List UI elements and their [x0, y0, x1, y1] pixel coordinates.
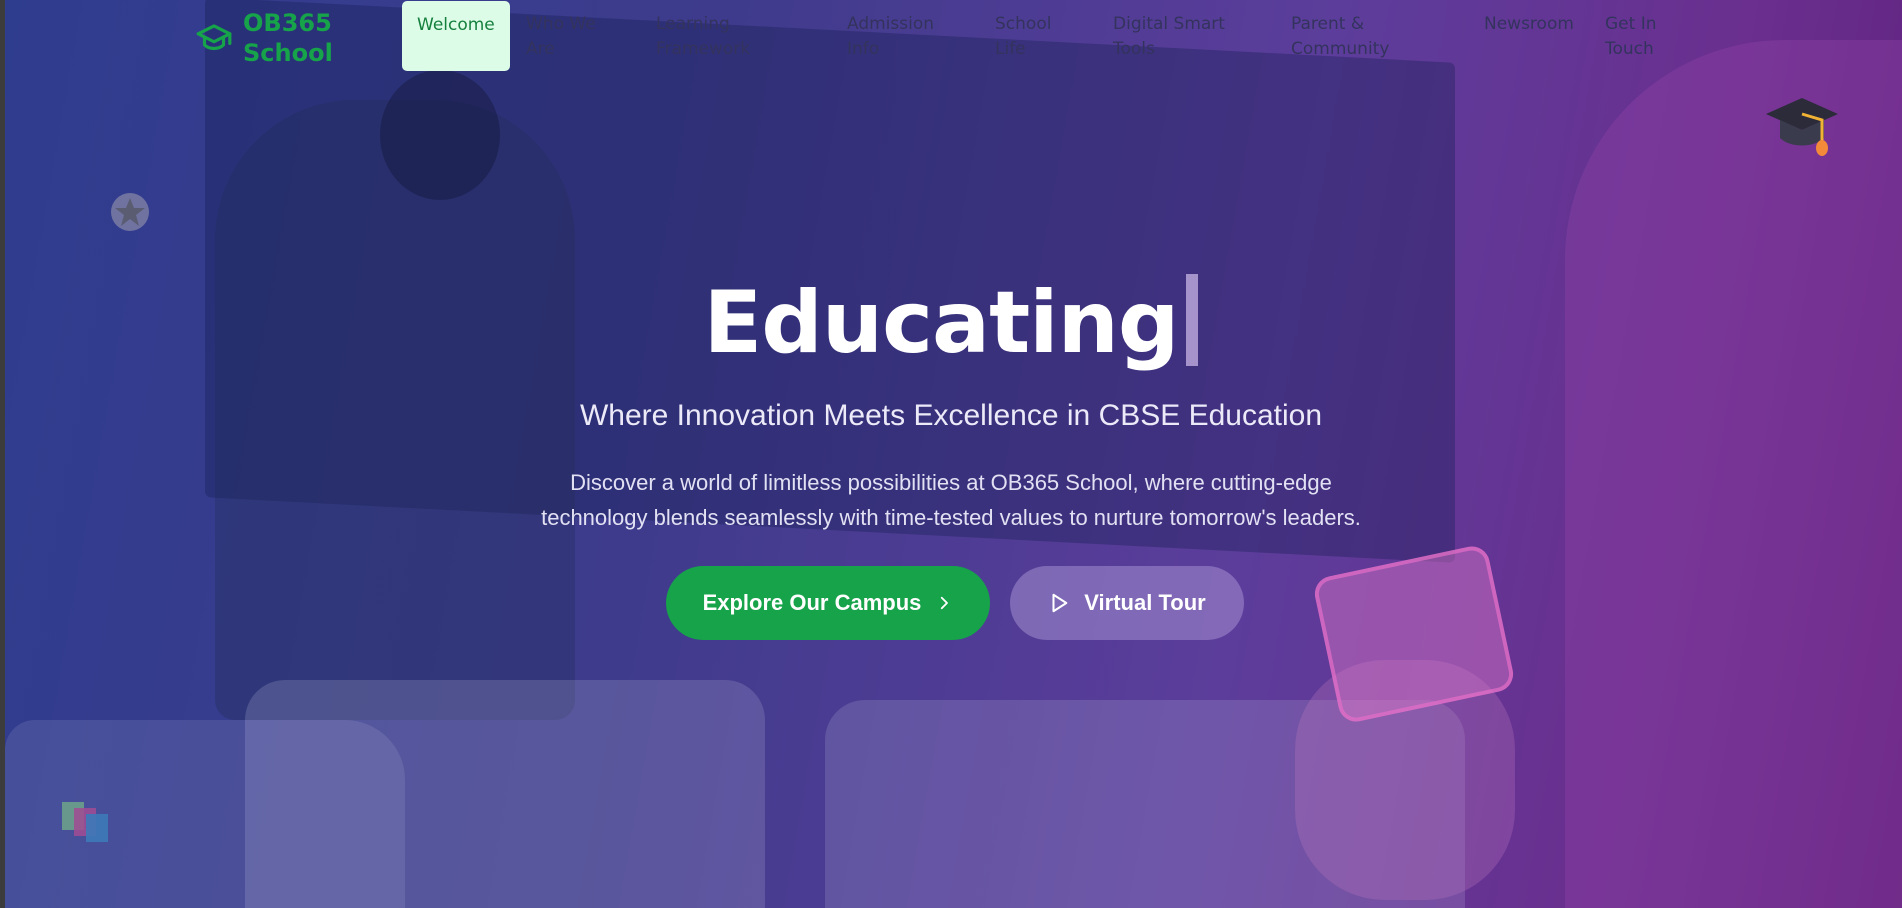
explore-campus-button[interactable]: Explore Our Campus: [666, 566, 990, 640]
nav-item-who-we-are[interactable]: Who We Are: [526, 12, 606, 62]
window-edge: [0, 0, 5, 908]
nav-item-newsroom[interactable]: Newsroom: [1484, 12, 1574, 37]
hero-description: Discover a world of limitless possibilit…: [0, 465, 1902, 535]
hero-subheadline: Where Innovation Meets Excellence in CBS…: [579, 399, 1323, 432]
brand-name: OB365 School: [243, 8, 343, 68]
hero-description-line: technology blends seamlessly with time-t…: [541, 505, 1361, 530]
hero-headline-text: Educating: [703, 273, 1180, 373]
virtual-tour-label: Virtual Tour: [1084, 590, 1206, 615]
star-icon: [111, 193, 149, 231]
brand-name-line1: OB365: [243, 9, 332, 37]
nav-item-parent-community[interactable]: Parent & Community: [1291, 12, 1411, 62]
hero-description-line: Discover a world of limitless possibilit…: [570, 470, 1332, 495]
brand-logo[interactable]: OB365 School: [195, 8, 343, 68]
nav-item-school-life[interactable]: School Life: [995, 12, 1055, 62]
graduation-cap-emoji: [1766, 98, 1838, 156]
explore-campus-label: Explore Our Campus: [702, 590, 922, 615]
nav-item-get-in-touch[interactable]: Get In Touch: [1605, 12, 1665, 62]
nav-item-admission-info[interactable]: Admission Info: [847, 12, 947, 62]
virtual-tour-button[interactable]: Virtual Tour: [1010, 566, 1244, 640]
nav-item-digital-smart-tools[interactable]: Digital Smart Tools: [1113, 12, 1233, 62]
background-desk: [245, 680, 765, 908]
graduation-cap-icon: [196, 24, 232, 51]
nav-item-learning-framework[interactable]: Learning Framework: [656, 12, 766, 62]
books-emoji: [62, 802, 108, 842]
main-navbar: OB365 School Welcome Who We Are Learning…: [0, 0, 1902, 80]
hero-section: [5, 0, 1902, 908]
play-icon: [1052, 593, 1068, 613]
hero-headline: Educating: [0, 268, 1902, 378]
background-teacher-head: [380, 70, 500, 200]
nav-item-welcome[interactable]: Welcome: [402, 1, 510, 71]
typing-caret: [1186, 274, 1199, 366]
brand-name-line2: School: [243, 39, 333, 67]
chevron-right-icon: [941, 596, 949, 610]
